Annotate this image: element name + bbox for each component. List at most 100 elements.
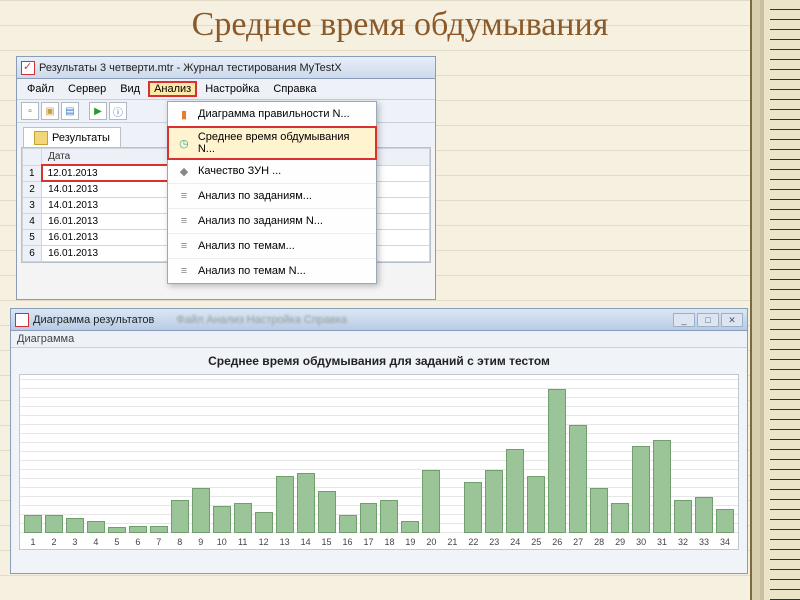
bar-slot: 11 bbox=[234, 503, 252, 533]
bar-slot: 19 bbox=[401, 521, 419, 533]
row-number: 1 bbox=[23, 165, 42, 181]
bar[interactable] bbox=[506, 449, 524, 533]
bar-x-label: 31 bbox=[657, 537, 667, 547]
bar-slot: 1 bbox=[24, 515, 42, 533]
clock-icon: ◷ bbox=[176, 135, 192, 151]
tab-icon bbox=[34, 131, 48, 145]
window-buttons: _ □ ✕ bbox=[673, 313, 743, 327]
bar-slot: 12 bbox=[255, 512, 273, 533]
bar[interactable] bbox=[171, 500, 189, 533]
bar-x-label: 24 bbox=[510, 537, 520, 547]
chart-area: 1234567891011121314151617181920212223242… bbox=[19, 374, 739, 550]
bar[interactable] bbox=[213, 506, 231, 533]
bar-slot: 23 bbox=[485, 470, 503, 533]
chart-titlebar[interactable]: Диаграмма результатов Файл Анализ Настро… bbox=[11, 309, 747, 331]
maximize-button[interactable]: □ bbox=[697, 313, 719, 327]
bar[interactable] bbox=[485, 470, 503, 533]
bar[interactable] bbox=[380, 500, 398, 533]
bar[interactable] bbox=[129, 526, 147, 534]
bar-x-label: 3 bbox=[72, 537, 77, 547]
bar-x-label: 7 bbox=[156, 537, 161, 547]
titlebar[interactable]: Результаты 3 четверти.mtr - Журнал тести… bbox=[17, 57, 435, 79]
bar[interactable] bbox=[590, 488, 608, 533]
open-icon[interactable]: ▣ bbox=[41, 102, 59, 120]
bar-x-label: 34 bbox=[720, 537, 730, 547]
bar[interactable] bbox=[318, 491, 336, 533]
menu-файл[interactable]: Файл bbox=[21, 81, 60, 97]
bar[interactable] bbox=[695, 497, 713, 533]
chart-subbar[interactable]: Диаграмма bbox=[11, 331, 747, 348]
menubar: ФайлСерверВидАнализНастройкаСправка bbox=[17, 79, 435, 100]
bar-x-label: 26 bbox=[552, 537, 562, 547]
tab-results[interactable]: Результаты bbox=[23, 127, 121, 147]
bar-x-label: 18 bbox=[384, 537, 394, 547]
bar[interactable] bbox=[192, 488, 210, 533]
close-button[interactable]: ✕ bbox=[721, 313, 743, 327]
bar[interactable] bbox=[548, 389, 566, 533]
menu-item[interactable]: ◷Среднее время обдумывания N... bbox=[167, 126, 377, 160]
menu-item[interactable]: ≡Анализ по темам N... bbox=[168, 259, 376, 283]
bar[interactable] bbox=[569, 425, 587, 533]
bar-x-label: 11 bbox=[238, 537, 247, 547]
bar-x-label: 25 bbox=[531, 537, 541, 547]
bar-x-label: 8 bbox=[177, 537, 182, 547]
bar[interactable] bbox=[255, 512, 273, 533]
bar[interactable] bbox=[360, 503, 378, 533]
menu-сервер[interactable]: Сервер bbox=[62, 81, 112, 97]
bar-slot: 4 bbox=[87, 521, 105, 533]
bar-slot: 25 bbox=[527, 476, 545, 533]
menu-настройка[interactable]: Настройка bbox=[199, 81, 265, 97]
menu-item[interactable]: ◆Качество ЗУН ... bbox=[168, 159, 376, 184]
menu-item[interactable]: ≡Анализ по темам... bbox=[168, 234, 376, 259]
bar-slot: 3 bbox=[66, 518, 84, 533]
bar-slot: 9 bbox=[192, 488, 210, 533]
bar-slot: 26 bbox=[548, 389, 566, 533]
bar-x-label: 27 bbox=[573, 537, 583, 547]
bar[interactable] bbox=[66, 518, 84, 533]
bar-slot: 34 bbox=[716, 509, 734, 533]
bar-x-label: 32 bbox=[678, 537, 688, 547]
bar[interactable] bbox=[527, 476, 545, 533]
menu-item[interactable]: ≡Анализ по заданиям... bbox=[168, 184, 376, 209]
bar[interactable] bbox=[234, 503, 252, 533]
journal-window: Результаты 3 четверти.mtr - Журнал тести… bbox=[16, 56, 436, 300]
bar[interactable] bbox=[339, 515, 357, 533]
menu-item[interactable]: ▮Диаграмма правильности N... bbox=[168, 102, 376, 127]
topic-n-icon: ≡ bbox=[176, 263, 192, 279]
bar[interactable] bbox=[87, 521, 105, 533]
bar[interactable] bbox=[632, 446, 650, 533]
bar[interactable] bbox=[45, 515, 63, 533]
bar[interactable] bbox=[108, 527, 126, 533]
menu-анализ[interactable]: Анализ bbox=[148, 81, 197, 97]
bar[interactable] bbox=[150, 526, 168, 534]
col-header[interactable] bbox=[23, 149, 42, 166]
bar[interactable] bbox=[611, 503, 629, 533]
bar[interactable] bbox=[716, 509, 734, 533]
bar[interactable] bbox=[401, 521, 419, 533]
row-number: 6 bbox=[23, 246, 42, 262]
bar[interactable] bbox=[276, 476, 294, 533]
bar[interactable] bbox=[674, 500, 692, 533]
quality-icon: ◆ bbox=[176, 163, 192, 179]
bar[interactable] bbox=[464, 482, 482, 533]
menu-item[interactable]: ≡Анализ по заданиям N... bbox=[168, 209, 376, 234]
menu-item-label: Диаграмма правильности N... bbox=[198, 108, 350, 120]
info-icon[interactable]: ⓘ bbox=[109, 102, 127, 120]
bar-x-label: 12 bbox=[259, 537, 269, 547]
window-title: Результаты 3 четверти.mtr - Журнал тести… bbox=[39, 62, 342, 74]
bar[interactable] bbox=[297, 473, 315, 533]
new-doc-icon[interactable]: ▫ bbox=[21, 102, 39, 120]
menu-справка[interactable]: Справка bbox=[267, 81, 322, 97]
play-icon[interactable]: ▶ bbox=[89, 102, 107, 120]
bar[interactable] bbox=[24, 515, 42, 533]
bar-slot: 24 bbox=[506, 449, 524, 533]
menu-item-label: Анализ по заданиям N... bbox=[198, 215, 323, 227]
bar-slot: 13 bbox=[276, 476, 294, 533]
save-icon[interactable]: ▤ bbox=[61, 102, 79, 120]
bar-x-label: 33 bbox=[699, 537, 709, 547]
minimize-button[interactable]: _ bbox=[673, 313, 695, 327]
menu-вид[interactable]: Вид bbox=[114, 81, 146, 97]
bar-x-label: 20 bbox=[426, 537, 436, 547]
bar[interactable] bbox=[653, 440, 671, 533]
bar[interactable] bbox=[422, 470, 440, 533]
